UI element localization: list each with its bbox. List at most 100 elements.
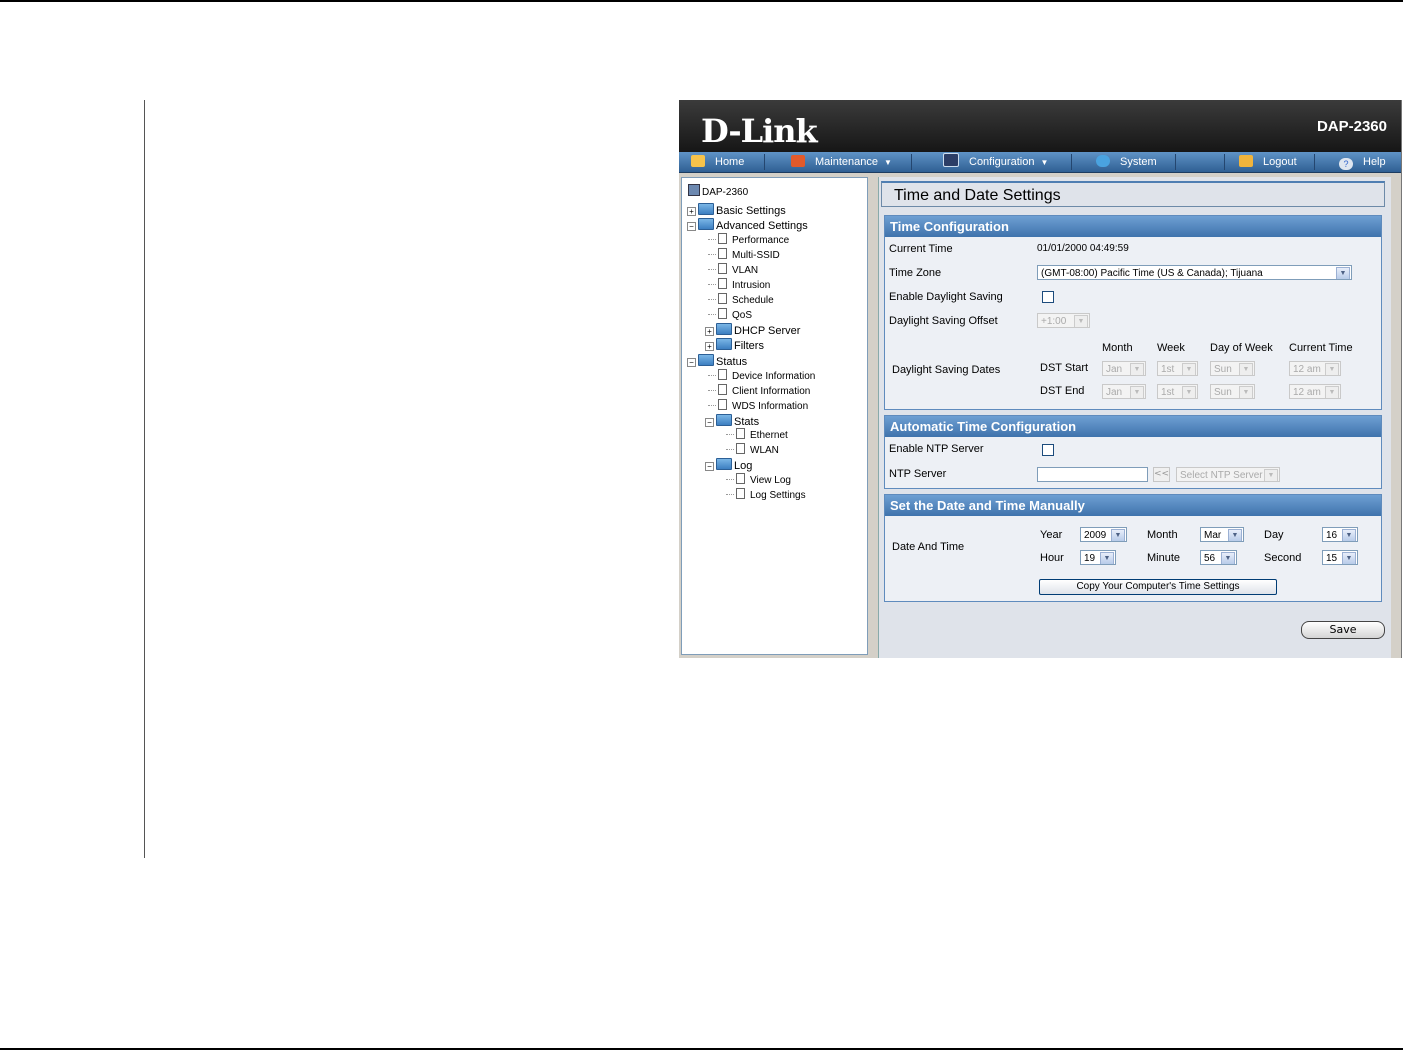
tree-ethernet[interactable]: Ethernet: [726, 428, 788, 442]
tree-client-information[interactable]: Client Information: [708, 384, 810, 398]
save-button[interactable]: Save: [1301, 621, 1385, 639]
tree-vlan[interactable]: VLAN: [708, 263, 758, 277]
disk-icon: [943, 153, 959, 167]
tree-device-information[interactable]: Device Information: [708, 369, 815, 383]
dst-offset-select[interactable]: +1:00 ▼: [1037, 313, 1090, 328]
col-month: Month: [1102, 342, 1133, 354]
page-top-rule: [0, 0, 1403, 2]
second-select[interactable]: 15 ▼: [1322, 550, 1358, 565]
tree-wlan-label: WLAN: [750, 445, 779, 456]
section-body: Current Time 01/01/2000 04:49:59 Time Zo…: [885, 237, 1381, 409]
tree-wds-information[interactable]: WDS Information: [708, 399, 808, 413]
select-ntp-server[interactable]: Select NTP Server ▼: [1176, 467, 1280, 482]
menu-home[interactable]: Home: [691, 152, 744, 172]
menu-separator: [1314, 154, 1315, 170]
tree-stats[interactable]: − Stats: [705, 414, 759, 429]
tree-connector: [726, 449, 734, 450]
month-value: Mar: [1204, 530, 1222, 541]
month-select[interactable]: Mar ▼: [1200, 527, 1244, 542]
tree-dhcp-label: DHCP Server: [734, 325, 801, 337]
dst-start-dow-select[interactable]: Sun ▼: [1210, 361, 1255, 376]
chevron-down-icon: ▼: [1336, 267, 1350, 279]
tree-filters[interactable]: + Filters: [705, 338, 764, 353]
document-icon: [718, 248, 727, 259]
tree-dhcp-server[interactable]: + DHCP Server: [705, 323, 800, 338]
dst-offset-value: +1:00: [1041, 316, 1067, 327]
tree-connector: [708, 314, 716, 315]
minute-select[interactable]: 56 ▼: [1200, 550, 1237, 565]
document-icon: [736, 473, 745, 484]
dst-end-time-value: 12 am: [1293, 387, 1321, 398]
header-banner: D-Link DAP-2360: [679, 100, 1401, 152]
second-value: 15: [1326, 553, 1338, 564]
dst-start-time-select[interactable]: 12 am ▼: [1289, 361, 1341, 376]
menu-help[interactable]: ? Help: [1339, 152, 1386, 172]
col-day-of-week: Day of Week: [1210, 342, 1273, 354]
month-label: Month: [1147, 529, 1178, 541]
folder-icon: [698, 354, 714, 366]
ntp-copy-arrow-button[interactable]: <<: [1153, 467, 1170, 482]
dst-dates-label: Daylight Saving Dates: [892, 364, 1001, 376]
tree-log[interactable]: − Log: [705, 458, 752, 473]
menu-maintenance[interactable]: Maintenance ▼: [791, 152, 892, 172]
dst-end-label: DST End: [1040, 385, 1085, 397]
tree-performance[interactable]: Performance: [708, 233, 789, 247]
dst-end-week-select[interactable]: 1st ▼: [1157, 384, 1198, 399]
dst-end-month-value: Jan: [1106, 387, 1123, 398]
tree-intrusion-label: Intrusion: [732, 280, 771, 291]
dst-end-dow-select[interactable]: Sun ▼: [1210, 384, 1255, 399]
current-time-label: Current Time: [889, 243, 953, 255]
copy-computer-time-button[interactable]: Copy Your Computer's Time Settings: [1039, 579, 1277, 595]
dst-end-time-select[interactable]: 12 am ▼: [1289, 384, 1341, 399]
day-value: 16: [1326, 530, 1338, 541]
dst-end-month-select[interactable]: Jan ▼: [1102, 384, 1146, 399]
tree-connector: [708, 284, 716, 285]
document-icon: [718, 308, 727, 319]
enable-ntp-checkbox[interactable]: [1042, 444, 1054, 456]
menu-separator: [911, 154, 912, 170]
year-value: 2009: [1084, 530, 1107, 541]
chevron-down-icon: ▼: [1040, 158, 1049, 167]
tree-qos[interactable]: QoS: [708, 308, 752, 322]
menu-configuration-label: Configuration: [969, 156, 1035, 168]
day-select[interactable]: 16 ▼: [1322, 527, 1358, 542]
document-icon: [736, 428, 745, 439]
tree-connector: [708, 375, 716, 376]
hour-select[interactable]: 19 ▼: [1080, 550, 1116, 565]
tree-status-label: Status: [716, 356, 748, 368]
menu-configuration[interactable]: Configuration ▼: [943, 152, 1048, 172]
collapse-icon: −: [687, 222, 696, 231]
chevron-down-icon: ▼: [1130, 363, 1144, 375]
menu-logout[interactable]: Logout: [1239, 152, 1297, 172]
dlink-logo: D-Link: [701, 112, 818, 150]
tree-multi-ssid[interactable]: Multi-SSID: [708, 248, 780, 262]
collapse-icon: −: [705, 462, 714, 471]
tree-log-settings[interactable]: Log Settings: [726, 488, 806, 502]
dst-start-week-select[interactable]: 1st ▼: [1157, 361, 1198, 376]
ntp-server-input[interactable]: [1037, 467, 1148, 482]
tree-wlan[interactable]: WLAN: [726, 443, 779, 457]
chevron-down-icon: ▼: [1239, 386, 1253, 398]
menu-system[interactable]: System: [1096, 152, 1157, 172]
tree-view-log[interactable]: View Log: [726, 473, 791, 487]
time-zone-select[interactable]: (GMT-08:00) Pacific Time (US & Canada); …: [1037, 265, 1352, 280]
col-current-time: Current Time: [1289, 342, 1353, 354]
section-header: Time Configuration: [885, 216, 1381, 237]
day-label: Day: [1264, 529, 1284, 541]
tree-connector: [726, 494, 734, 495]
chevron-down-icon: ▼: [884, 158, 892, 167]
tree-advanced-settings[interactable]: − Advanced Settings: [687, 218, 808, 233]
enable-dst-checkbox[interactable]: [1042, 291, 1054, 303]
tree-intrusion[interactable]: Intrusion: [708, 278, 770, 292]
tree-basic-settings[interactable]: + Basic Settings: [687, 203, 786, 218]
hour-value: 19: [1084, 553, 1096, 564]
year-select[interactable]: 2009 ▼: [1080, 527, 1127, 542]
minute-label: Minute: [1147, 552, 1181, 564]
select-ntp-server-value: Select NTP Server: [1180, 470, 1263, 481]
document-icon: [718, 293, 727, 304]
tree-status[interactable]: − Status: [687, 354, 747, 369]
globe-icon: [1096, 155, 1110, 167]
tree-schedule[interactable]: Schedule: [708, 293, 774, 307]
tree-root[interactable]: DAP-2360: [688, 184, 748, 199]
dst-start-month-select[interactable]: Jan ▼: [1102, 361, 1146, 376]
